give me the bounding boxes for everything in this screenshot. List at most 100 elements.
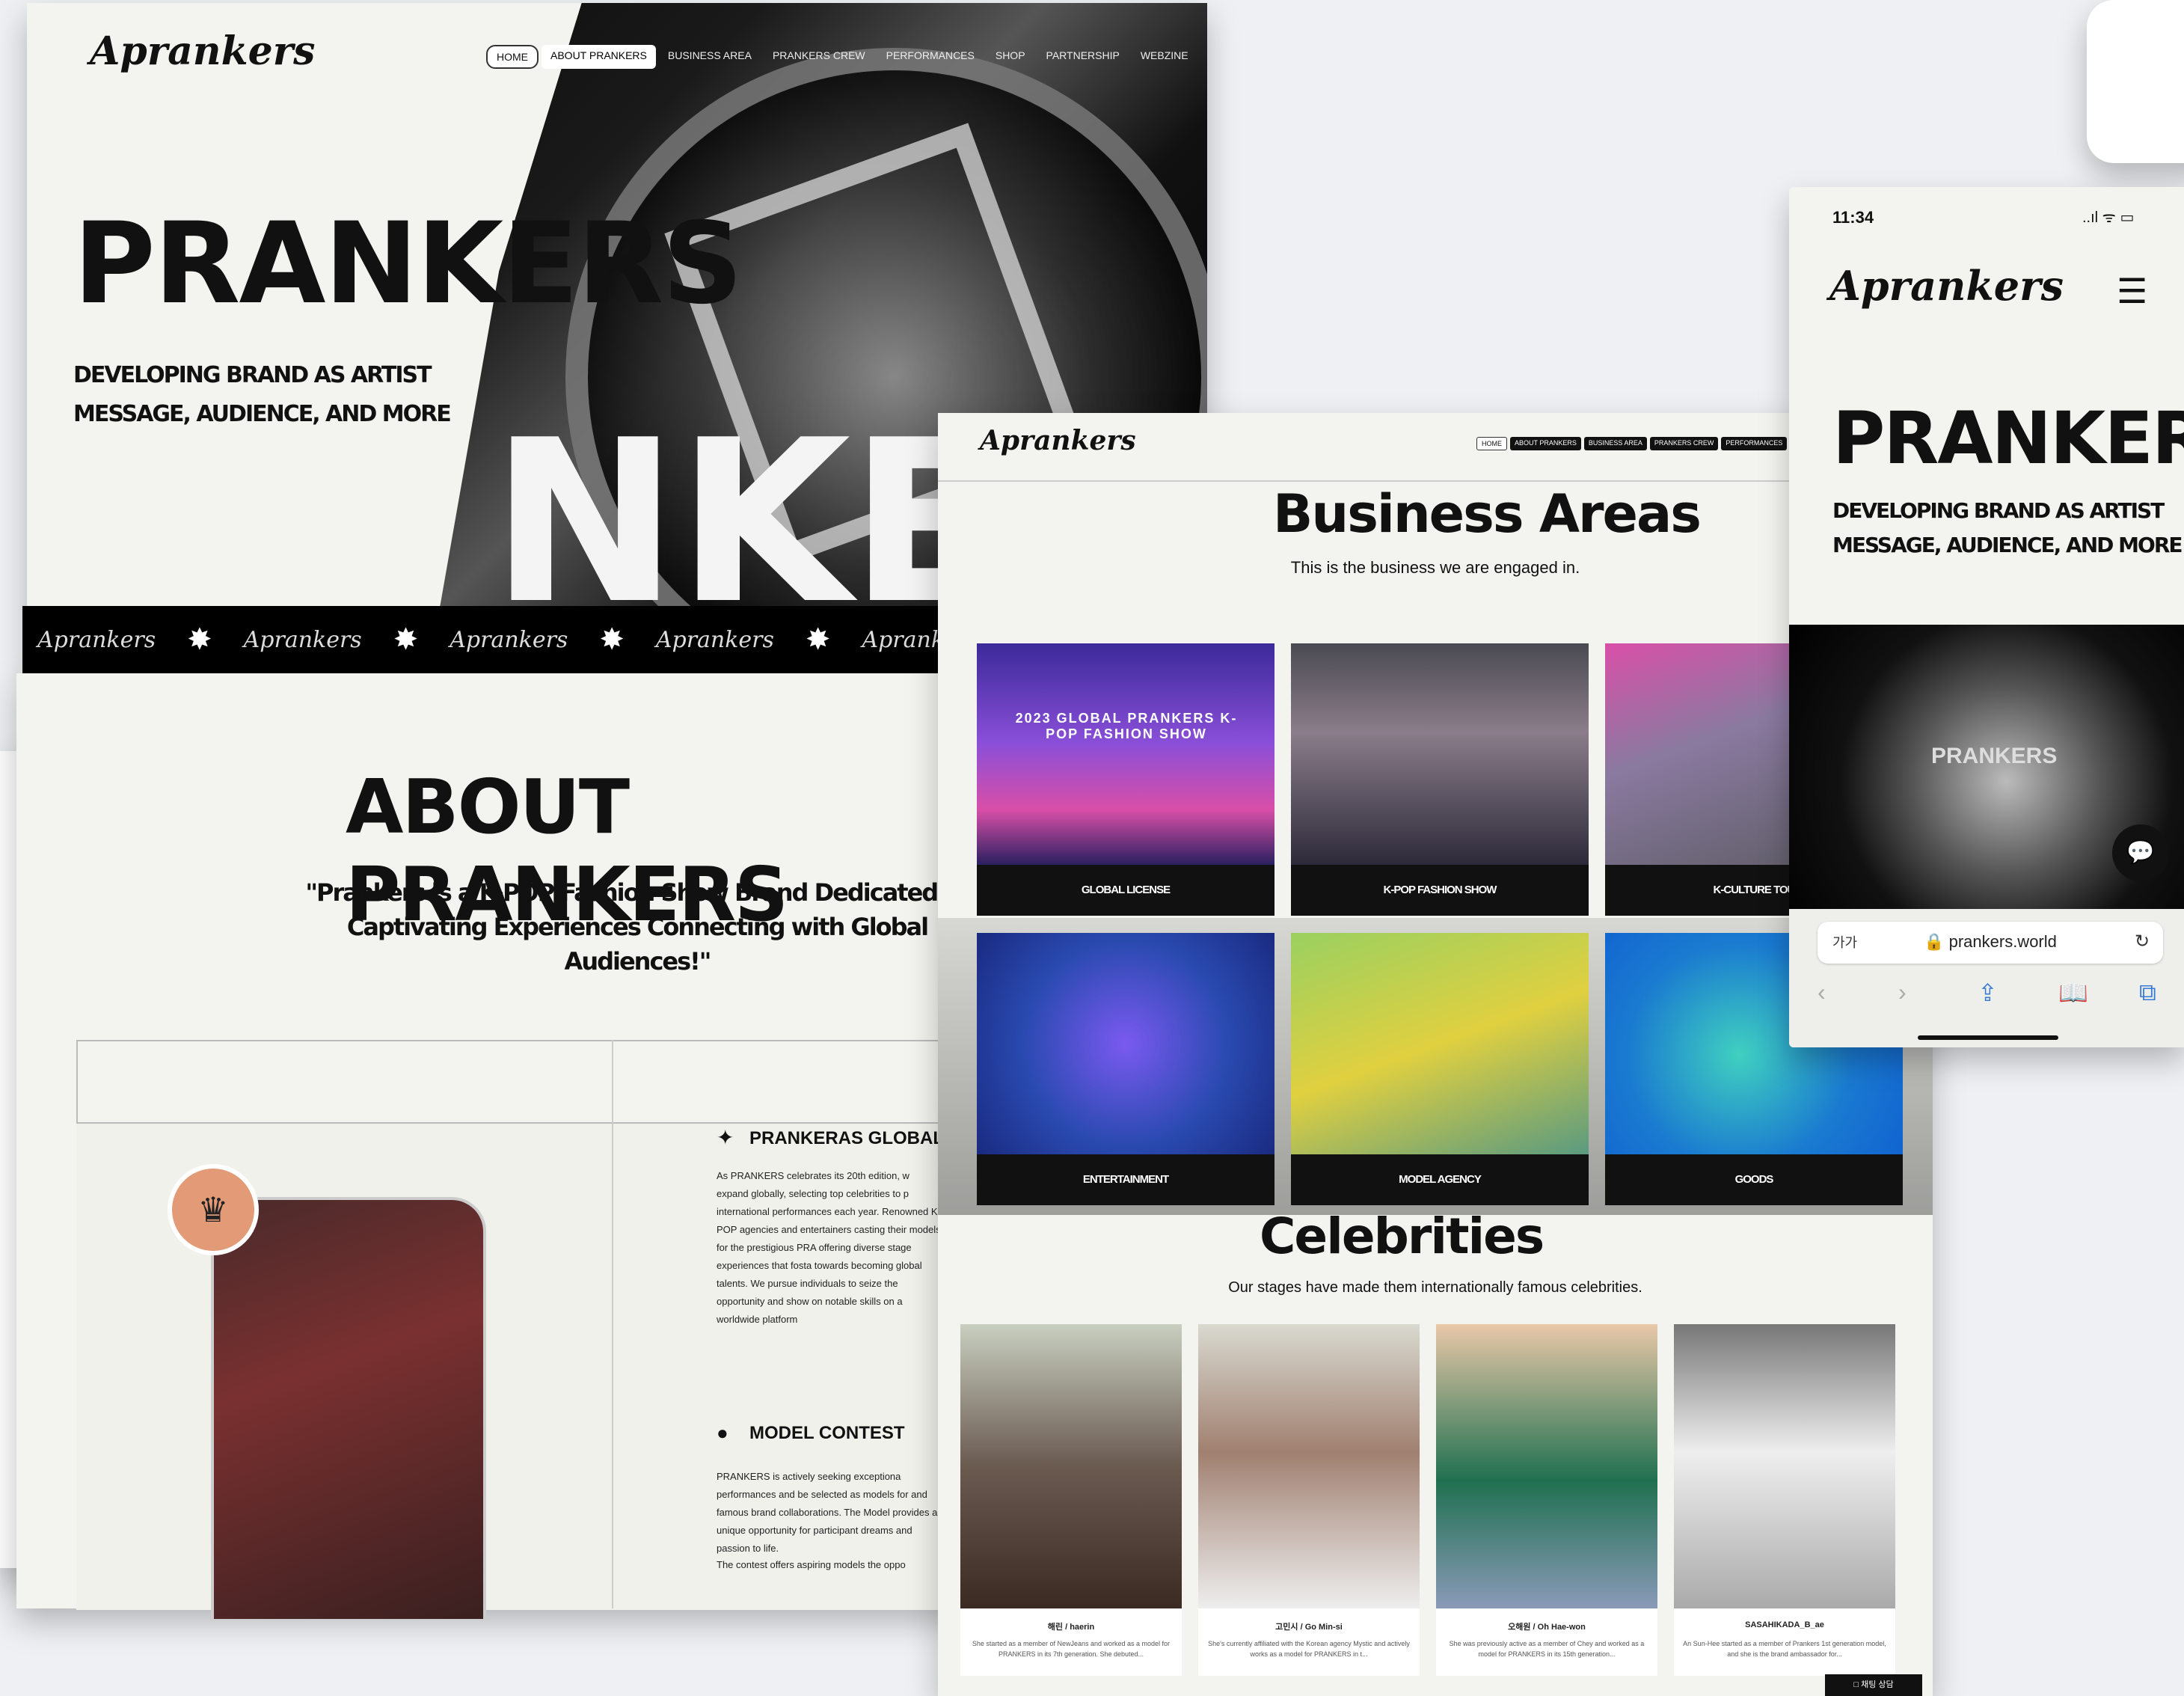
card-image <box>977 933 1274 1154</box>
celebrities-subtitle: Our stages have made them internationall… <box>1228 1279 1642 1296</box>
business-subtitle: This is the business we are engaged in. <box>1290 558 1580 577</box>
card-image: 2023 GLOBAL PRANKERS K-POP FASHION SHOW <box>977 643 1274 865</box>
home-indicator <box>1918 1035 2058 1040</box>
celebrity-desc: An Sun-Hee started as a member of Pranke… <box>1683 1640 1886 1658</box>
url-text: 🔒 prankers.world <box>1924 932 2057 951</box>
feature-text-global: As PRANKERS celebrates its 20th edition,… <box>717 1170 941 1325</box>
mobile-subtitle-line: DEVELOPING BRAND AS ARTIST <box>1832 498 2165 523</box>
brand-logo[interactable]: Aprankers <box>90 28 315 74</box>
celebrity-name: 고민시 / Go Min-si <box>1275 1623 1343 1632</box>
card-label: ENTERTAINMENT <box>1082 1173 1169 1186</box>
share-icon[interactable]: ⇪ <box>1978 979 1998 1007</box>
star-icon: ✸ <box>805 623 831 656</box>
forward-icon[interactable]: › <box>1898 979 1907 1006</box>
reload-icon[interactable]: ↻ <box>2135 931 2150 952</box>
nav-business-area[interactable]: BUSINESS AREA <box>659 45 761 69</box>
phone-video-mockup[interactable] <box>211 1197 486 1619</box>
tabs-icon[interactable]: ⧉ <box>2139 979 2156 1007</box>
card-image <box>1291 643 1589 865</box>
hero-title: PRANKERS <box>73 199 743 329</box>
mobile-subtitle-line: MESSAGE, AUDIENCE, AND MORE <box>1832 533 2183 557</box>
business-card-global-license[interactable]: 2023 GLOBAL PRANKERS K-POP FASHION SHOW … <box>977 643 1274 916</box>
about-quote-line: "Prankers is a K-POP Fashion Show Brand … <box>305 878 970 907</box>
back-icon[interactable]: ‹ <box>1818 979 1826 1006</box>
celebrity-name: 해린 / haerin <box>1047 1623 1095 1632</box>
celebrity-card[interactable]: 오해원 / Oh Hae-won She was previously acti… <box>1436 1324 1657 1676</box>
brand-logo[interactable]: Aprankers <box>980 425 1136 456</box>
celebrity-card[interactable]: 해린 / haerin She started as a member of N… <box>960 1324 1182 1676</box>
star-icon: ✸ <box>187 623 212 656</box>
hamburger-menu-icon[interactable]: ☰ <box>2117 271 2147 311</box>
business-title: Business Areas <box>1273 483 1702 545</box>
nav-prankers-crew[interactable]: PRANKERS CREW <box>764 45 874 69</box>
emblem-text: PRANKERS <box>1931 744 2058 768</box>
card-label: K-POP FASHION SHOW <box>1383 884 1497 896</box>
hero-subtitle-line: MESSAGE, AUDIENCE, AND MORE <box>73 401 452 427</box>
chat-consult-button[interactable]: □ 채팅 상담 <box>1825 1674 1922 1696</box>
sparkle-icon: ✦ <box>717 1126 734 1149</box>
celebrities-title: Celebrities <box>1260 1207 1545 1265</box>
floating-card <box>2087 0 2184 163</box>
nav-performances[interactable]: PERFORMANCES <box>877 45 984 69</box>
star-icon: ✸ <box>599 623 625 656</box>
status-time: 11:34 <box>1832 208 1874 227</box>
nav-webzine[interactable]: WEBZINE <box>1132 45 1197 69</box>
ticker-logo: Aprankers <box>243 626 362 653</box>
celebrity-card[interactable]: SASAHIKADA_B_ae An Sun-Hee started as a … <box>1674 1324 1895 1676</box>
nav-home[interactable]: HOME <box>486 45 539 69</box>
feature-title-model-contest: MODEL CONTEST <box>749 1423 905 1443</box>
celebrity-photo <box>1436 1324 1657 1608</box>
nav-home[interactable]: HOME <box>1476 437 1507 450</box>
bookmarks-icon[interactable]: 📖 <box>2058 979 2088 1007</box>
celebrity-name: 오해원 / Oh Hae-won <box>1508 1623 1586 1632</box>
business-navigation: HOME ABOUT PRANKERS BUSINESS AREA PRANKE… <box>1476 437 1788 450</box>
nav-shop[interactable]: SHOP <box>987 45 1034 69</box>
feature-text-model-contest-2: The contest offers aspiring models the o… <box>717 1559 906 1570</box>
star-icon: ✸ <box>393 623 419 656</box>
brand-logo[interactable]: Aprankers <box>1829 262 2064 310</box>
about-divider <box>612 1040 613 1608</box>
crown-badge-icon: ♛ <box>168 1164 259 1255</box>
feature-text-model-contest: PRANKERS is actively seeking exceptiona … <box>717 1471 938 1554</box>
ticker-logo: Aprankers <box>450 626 568 653</box>
nav-business-area[interactable]: BUSINESS AREA <box>1583 437 1647 450</box>
about-frame <box>76 1040 977 1124</box>
card-label: GOODS <box>1734 1173 1774 1186</box>
celebrity-photo <box>1198 1324 1420 1608</box>
hero-subtitle-line: DEVELOPING BRAND AS ARTIST <box>73 362 432 388</box>
about-section: ABOUT PRANKERS "Prankers is a K-POP Fash… <box>16 673 977 1619</box>
drop-icon: ● <box>717 1421 728 1444</box>
nav-partnership[interactable]: PARTNERSHIP <box>1037 45 1129 69</box>
status-icons: ..ıl ᯤ ▭ <box>2082 209 2135 226</box>
ticker-logo: Aprankers <box>655 626 774 653</box>
celebrity-photo <box>1674 1324 1895 1608</box>
celebrity-desc: She's currently affiliated with the Kore… <box>1208 1640 1410 1658</box>
business-card-model-agency[interactable]: MODEL AGENCY <box>1291 933 1589 1205</box>
top-navigation: HOME ABOUT PRANKERS BUSINESS AREA PRANKE… <box>486 45 1197 69</box>
card-label: GLOBAL LICENSE <box>1081 884 1171 896</box>
nav-about[interactable]: ABOUT PRANKERS <box>542 45 656 69</box>
celebrity-name: SASAHIKADA_B_ae <box>1745 1620 1824 1629</box>
address-bar[interactable]: 가가 🔒 prankers.world ↻ <box>1818 922 2163 964</box>
header-divider <box>938 480 1933 482</box>
about-quote-line: Captivating Experiences Connecting with … <box>346 913 929 976</box>
nav-about[interactable]: ABOUT PRANKERS <box>1510 437 1581 450</box>
business-page: Aprankers HOME ABOUT PRANKERS BUSINESS A… <box>938 413 1933 1696</box>
business-card-entertainment[interactable]: ENTERTAINMENT <box>977 933 1274 1205</box>
ticker-logo: Aprankers <box>37 626 156 653</box>
about-quote: "Prankers is a K-POP Fashion Show Brand … <box>301 875 974 979</box>
business-card-kpop-fashion-show[interactable]: K-POP FASHION SHOW <box>1291 643 1589 916</box>
nav-performances[interactable]: PERFORMANCES <box>1721 437 1788 450</box>
celebrity-card[interactable]: 고민시 / Go Min-si She's currently affiliat… <box>1198 1324 1420 1676</box>
celebrity-photo <box>960 1324 1182 1608</box>
chat-icon[interactable]: 💬 <box>2112 824 2169 881</box>
celebrity-desc: She was previously active as a member of… <box>1449 1640 1645 1658</box>
hero-subtitle: DEVELOPING BRAND AS ARTIST MESSAGE, AUDI… <box>73 356 452 434</box>
celebrity-desc: She started as a member of NewJeans and … <box>972 1640 1171 1658</box>
mobile-subtitle: DEVELOPING BRAND AS ARTIST MESSAGE, AUDI… <box>1832 494 2183 563</box>
card-overlay-text: 2023 GLOBAL PRANKERS K-POP FASHION SHOW <box>1015 711 1238 741</box>
mobile-title: PRANKERS <box>1832 397 2184 480</box>
nav-prankers-crew[interactable]: PRANKERS CREW <box>1649 437 1719 450</box>
mobile-screen: 11:34 ..ıl ᯤ ▭ Aprankers ☰ PRANKERS DEVE… <box>1789 187 2184 1047</box>
card-label: MODEL AGENCY <box>1399 1173 1482 1186</box>
